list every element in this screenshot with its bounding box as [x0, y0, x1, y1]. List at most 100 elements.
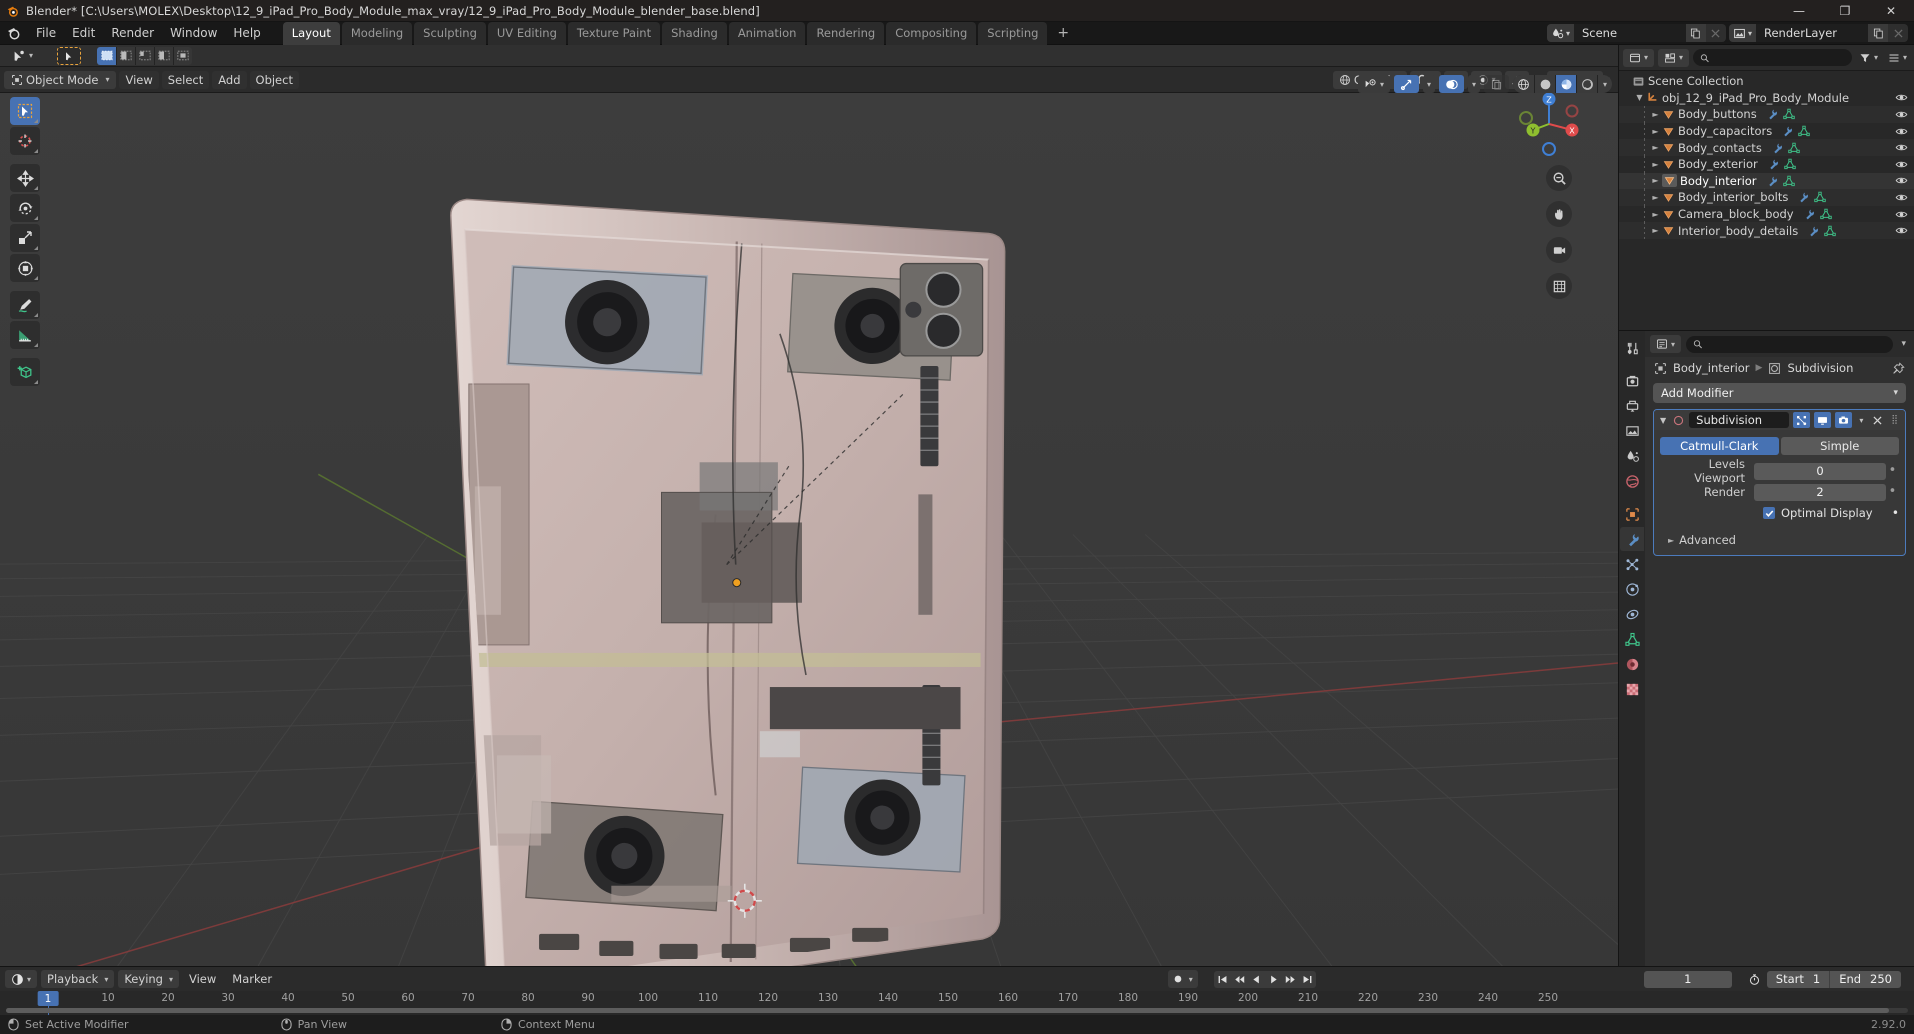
- active-tool-icon[interactable]: ▾: [6, 46, 40, 65]
- playback-controls[interactable]: [1213, 970, 1316, 988]
- start-frame-field[interactable]: Start 1: [1767, 971, 1829, 988]
- workspace-tab-modeling[interactable]: Modeling: [341, 21, 413, 45]
- toggle-camera-view-button[interactable]: [1546, 237, 1572, 263]
- optimal-display-animate-dot[interactable]: •: [1892, 506, 1899, 520]
- subdivision-type-toggle[interactable]: Catmull-Clark Simple: [1660, 437, 1899, 455]
- properties-options-button[interactable]: ▾: [1898, 335, 1909, 353]
- chevron-down-icon[interactable]: ▼: [1633, 93, 1646, 102]
- levels-viewport-animate-dot[interactable]: •: [1886, 464, 1899, 477]
- outliner-options-button[interactable]: ▾: [1885, 49, 1910, 67]
- visibility-toggle[interactable]: [1895, 208, 1908, 221]
- modifier-wrench-icon[interactable]: [1766, 175, 1778, 187]
- workspace-tab-scripting[interactable]: Scripting: [978, 21, 1048, 45]
- chevron-right-icon[interactable]: ►: [1649, 143, 1662, 152]
- properties-tab-particles[interactable]: [1620, 552, 1644, 576]
- mesh-data-icon[interactable]: [1814, 191, 1827, 203]
- shading-material-preview-icon[interactable]: [1555, 75, 1576, 93]
- visibility-toggle[interactable]: [1895, 108, 1908, 121]
- zoom-view-button[interactable]: [1546, 165, 1572, 191]
- gizmo-dropdown[interactable]: ▾: [1422, 75, 1435, 93]
- menu-window[interactable]: Window: [162, 24, 225, 42]
- frame-range-group[interactable]: Start 1 End 250: [1766, 970, 1901, 988]
- visibility-toggle[interactable]: [1895, 191, 1908, 204]
- tool-cursor[interactable]: [10, 127, 40, 155]
- select-set-icon[interactable]: [97, 46, 117, 65]
- simple-button[interactable]: Simple: [1780, 437, 1899, 455]
- workspace-tab-animation[interactable]: Animation: [728, 21, 806, 45]
- viewport-menu-object[interactable]: Object: [249, 70, 299, 89]
- maximize-button[interactable]: ❐: [1822, 0, 1868, 22]
- menu-edit[interactable]: Edit: [64, 24, 103, 42]
- properties-tab-view-layer[interactable]: [1620, 419, 1644, 443]
- toggle-orthographic-button[interactable]: [1546, 273, 1572, 299]
- tool-annotate[interactable]: [10, 291, 40, 319]
- mesh-data-icon[interactable]: [1824, 225, 1836, 237]
- modifier-wrench-icon[interactable]: [1797, 191, 1809, 203]
- breadcrumb-modifier-label[interactable]: Subdivision: [1787, 361, 1853, 375]
- modifier-name-field[interactable]: Subdivision: [1689, 412, 1790, 428]
- chevron-right-icon[interactable]: ►: [1649, 110, 1662, 119]
- tool-rotate[interactable]: [10, 194, 40, 222]
- properties-tab-modifiers[interactable]: [1620, 527, 1644, 551]
- use-preview-range-icon[interactable]: [1746, 971, 1763, 988]
- chevron-right-icon[interactable]: ►: [1649, 193, 1662, 202]
- play-reverse-button[interactable]: [1247, 970, 1265, 988]
- add-workspace-button[interactable]: +: [1049, 23, 1077, 43]
- collapse-arrow-icon[interactable]: ▼: [1658, 416, 1668, 425]
- select-extend-icon[interactable]: [116, 46, 136, 65]
- outliner-row-camera-block-body[interactable]: ► Camera_block_body: [1619, 205, 1914, 223]
- modifier-realtime-toggle[interactable]: [1814, 412, 1832, 428]
- modifier-wrench-icon[interactable]: [1781, 125, 1793, 137]
- properties-tab-physics[interactable]: [1620, 577, 1644, 601]
- xray-toggle-button[interactable]: [1484, 75, 1509, 93]
- mesh-data-icon[interactable]: [1788, 142, 1800, 154]
- outliner-tree[interactable]: Scene Collection ▼ obj_12_9_iPad_Pro_Bod…: [1619, 71, 1914, 330]
- outliner-display-mode-button[interactable]: ▾: [1658, 48, 1690, 67]
- next-keyframe-button[interactable]: [1281, 970, 1299, 988]
- workspace-tab-texture-paint[interactable]: Texture Paint: [567, 21, 661, 45]
- properties-tab-material[interactable]: [1620, 652, 1644, 676]
- modifier-drag-handle[interactable]: ⣿: [1889, 415, 1901, 425]
- modifier-wrench-icon[interactable]: [1803, 208, 1815, 220]
- mesh-data-icon[interactable]: [1784, 158, 1796, 170]
- properties-tab-texture[interactable]: [1620, 677, 1644, 701]
- properties-tab-constraints[interactable]: [1620, 602, 1644, 626]
- properties-tab-scene[interactable]: [1620, 444, 1644, 468]
- viewport-menu-view[interactable]: View: [119, 70, 159, 89]
- menu-render[interactable]: Render: [103, 24, 162, 42]
- outliner-editor-type-button[interactable]: ▾: [1623, 48, 1655, 67]
- scene-selector[interactable]: ▾ Scene: [1546, 24, 1726, 42]
- properties-tab-column[interactable]: [1619, 331, 1645, 966]
- view-layer-selector[interactable]: ▾ RenderLayer: [1728, 24, 1908, 42]
- tool-select-box[interactable]: [10, 97, 40, 125]
- levels-viewport-value[interactable]: 0: [1754, 462, 1886, 480]
- viewport-menu-add[interactable]: Add: [212, 70, 247, 89]
- outliner-row-obj-module[interactable]: ▼ obj_12_9_iPad_Pro_Body_Module: [1619, 90, 1914, 107]
- outliner-row-interior-body-details[interactable]: ► Interior_body_details: [1619, 222, 1914, 239]
- unlink-scene-button[interactable]: [1705, 24, 1726, 42]
- viewport-menu-select[interactable]: Select: [161, 70, 210, 89]
- chevron-right-icon[interactable]: ►: [1649, 210, 1662, 219]
- navigation-gizmo[interactable]: Z X Y: [1516, 91, 1582, 157]
- shading-solid-icon[interactable]: [1534, 75, 1555, 93]
- new-scene-button[interactable]: [1685, 24, 1706, 42]
- shading-dropdown[interactable]: ▾: [1597, 75, 1612, 93]
- pin-icon[interactable]: [1892, 361, 1905, 375]
- outliner-row-scene-collection[interactable]: Scene Collection: [1619, 73, 1914, 90]
- breadcrumb-object-label[interactable]: Body_interior: [1673, 361, 1750, 375]
- tool-measure[interactable]: [10, 321, 40, 349]
- workspace-tab-layout[interactable]: Layout: [282, 21, 340, 45]
- properties-editor[interactable]: ▾ ▾ Body_interior ▶ Subdivision Add Modi…: [1618, 330, 1914, 966]
- properties-tab-world[interactable]: [1620, 469, 1644, 493]
- blender-menu-icon[interactable]: [6, 25, 22, 41]
- end-frame-field[interactable]: End 250: [1829, 970, 1901, 988]
- visibility-toggle[interactable]: [1895, 91, 1908, 104]
- outliner-row-body-interior[interactable]: ► Body_interior: [1619, 172, 1914, 190]
- workspace-tab-sculpting[interactable]: Sculpting: [414, 21, 486, 45]
- timeline-menu-playback[interactable]: Playback ▾: [41, 970, 115, 988]
- outliner-row-body-exterior[interactable]: ► Body_exterior: [1619, 155, 1914, 173]
- properties-tab-render[interactable]: [1620, 369, 1644, 393]
- chevron-right-icon[interactable]: ►: [1649, 226, 1662, 235]
- modifier-wrench-icon[interactable]: [1771, 142, 1783, 154]
- shading-wireframe-icon[interactable]: [1513, 75, 1534, 93]
